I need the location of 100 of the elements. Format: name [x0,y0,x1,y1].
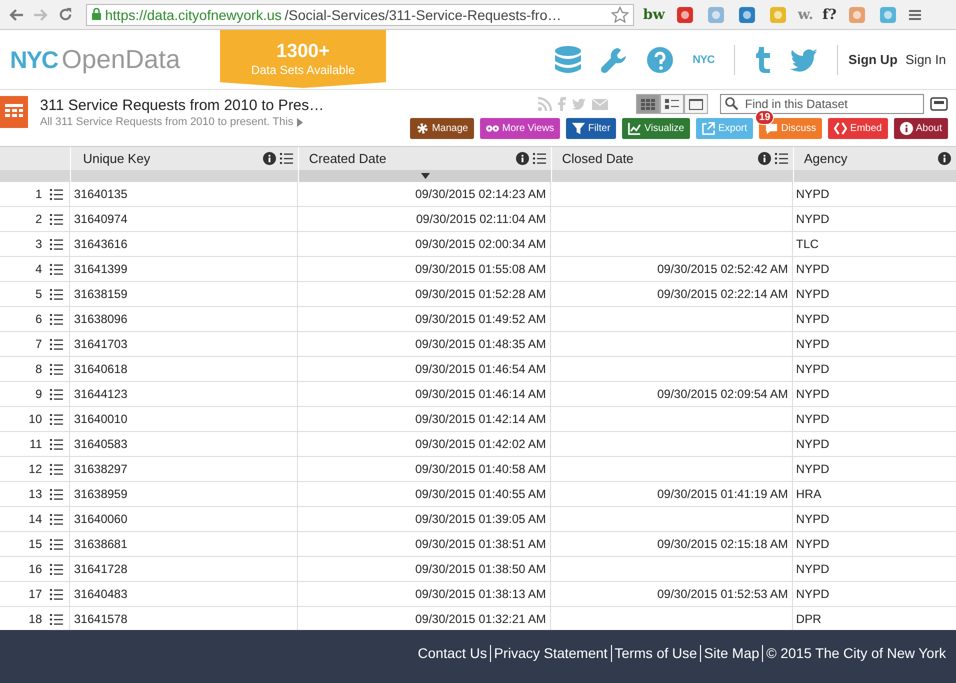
row-number: 9 [35,387,42,401]
table-row[interactable]: 13 31638959 09/30/2015 01:40:55 AM 09/30/2015 01:41:19 AM HRA [0,482,956,507]
table-cell: 09/30/2015 01:38:13 AM [415,587,546,601]
table-row[interactable]: 5 31638159 09/30/2015 01:52:28 AM 09/30/2015 02:22:14 AM NYPD [0,282,956,307]
view-toggle-button[interactable] [636,94,660,114]
address-bar[interactable]: https://data.cityofnewyork.us /Social-Services/311-Service-Requests-fro… [86,4,634,26]
row-number: 10 [28,412,42,426]
table-row[interactable]: 12 31638297 09/30/2015 01:40:58 AM NYPD [0,457,956,482]
expand-arrow-icon[interactable] [297,118,304,126]
table-cell: 09/30/2015 02:52:42 AM [657,262,788,276]
row-number: 17 [28,587,42,601]
row-number: 2 [35,212,42,226]
star-icon[interactable] [611,6,629,24]
speech-bubble-icon [765,122,778,135]
table-cell: 09/30/2015 01:40:55 AM [415,487,546,501]
table-row[interactable]: 1 31640135 09/30/2015 02:14:23 AM NYPD [0,182,956,207]
table-cell: 31640060 [74,512,128,526]
fullscreen-icon[interactable] [930,97,948,111]
row-menu-icon[interactable] [50,464,63,474]
list-view-icon [665,98,679,110]
row-menu-icon[interactable] [50,438,63,450]
table-cell: NYPD [796,312,830,326]
view-toggle-button[interactable] [660,94,684,114]
toolbar-button[interactable]: Manage [410,118,474,139]
column-title: Closed Date [562,151,634,166]
column-menu-icon[interactable] [775,153,788,164]
table-cell: NYPD [796,287,830,301]
row-number: 12 [28,462,42,476]
table-row[interactable]: 6 31638096 09/30/2015 01:49:52 AM NYPD [0,307,956,332]
toolbar-button[interactable]: Embed [828,118,888,139]
row-menu-icon[interactable] [50,564,63,574]
table-row[interactable]: 11 31640583 09/30/2015 01:42:02 AM NYPD [0,432,956,457]
table-cell: 31640135 [74,187,128,201]
table-cell: NYPD [796,387,830,401]
info-icon[interactable] [938,152,951,165]
row-menu-icon[interactable] [50,238,63,250]
row-menu-icon[interactable] [50,364,63,374]
footer-link[interactable]: Terms of Use [614,645,698,661]
table-cell: 31638159 [74,287,128,301]
table-row[interactable]: 10 31640010 09/30/2015 01:42:14 AM NYPD [0,407,956,432]
table-cell: 09/30/2015 01:39:05 AM [415,512,546,526]
database-icon[interactable] [554,44,582,74]
row-menu-icon[interactable] [50,338,63,350]
row-menu-icon[interactable] [50,214,63,224]
back-icon[interactable] [8,8,24,22]
table-cell: 31638959 [74,487,128,501]
dataset-description: All 311 Service Requests from 2010 to present. This [40,116,294,128]
wrench-icon[interactable] [600,46,628,74]
toolbar-button[interactable]: About [894,118,948,139]
table-row[interactable]: 7 31641703 09/30/2015 01:48:35 AM NYPD [0,332,956,357]
table-cell: 09/30/2015 01:42:02 AM [415,437,546,451]
row-menu-icon[interactable] [50,514,63,524]
toolbar-button[interactable]: Filter [566,118,616,139]
info-icon[interactable] [758,152,771,165]
account-link[interactable]: Sign In [906,52,946,67]
row-menu-icon[interactable] [50,288,63,300]
table-cell: 31638681 [74,537,128,551]
table-row[interactable]: 8 31640618 09/30/2015 01:46:54 AM NYPD [0,357,956,382]
banner-count: 1300+ [276,41,330,63]
row-menu-icon[interactable] [50,388,63,400]
extension-icon[interactable] [676,6,694,24]
extension-label[interactable]: f? [822,6,837,22]
table-row[interactable]: 9 31644123 09/30/2015 01:46:14 AM 09/30/2015 02:09:54 AM NYPD [0,382,956,407]
table-row[interactable]: 3 31643616 09/30/2015 02:00:34 AM TLC [0,232,956,257]
row-number: 5 [35,287,42,301]
row-menu-icon[interactable] [50,488,63,500]
table-row[interactable]: 14 31640060 09/30/2015 01:39:05 AM NYPD [0,507,956,532]
tumblr-icon[interactable] [754,46,772,74]
search-field[interactable]: Find in this Dataset [720,94,924,114]
table-row[interactable]: 16 31641728 09/30/2015 01:38:50 AM NYPD [0,557,956,582]
table-row[interactable]: 2 31640974 09/30/2015 02:11:04 AM NYPD [0,207,956,232]
row-menu-icon[interactable] [50,588,63,600]
toolbar-button[interactable]: Visualize [622,118,690,139]
count-badge: 19 [755,110,774,125]
info-icon[interactable] [516,152,529,165]
extension-label[interactable]: bw [643,6,665,22]
reload-icon[interactable] [58,7,73,22]
row-menu-icon[interactable] [50,414,63,424]
row-menu-icon[interactable] [50,264,63,274]
column-title: Created Date [309,151,386,166]
footer-link[interactable]: Privacy Statement [494,645,608,661]
table-row[interactable]: 4 31641399 09/30/2015 01:55:08 AM 09/30/2015 02:52:42 AM NYPD [0,257,956,282]
toolbar-button[interactable]: More Views [480,118,560,139]
column-menu-icon[interactable] [533,153,546,164]
help-icon[interactable] [646,46,674,74]
extension-icon[interactable] [738,6,756,24]
row-menu-icon[interactable] [50,314,63,324]
footer-link[interactable]: Site Map [704,645,760,661]
footer-link[interactable]: Contact Us [418,645,487,661]
bird-icon[interactable] [790,48,818,72]
row-menu-icon[interactable] [50,188,63,200]
menu-icon[interactable] [908,8,922,22]
column-menu-icon[interactable] [280,153,293,164]
table-row[interactable]: 17 31640483 09/30/2015 01:38:13 AM 09/30/2015 01:52:53 AM NYPD [0,582,956,607]
row-menu-icon[interactable] [50,538,63,550]
view-toggle-button[interactable] [684,94,708,114]
info-icon[interactable] [263,152,276,165]
account-link[interactable]: Sign Up [848,52,898,67]
table-row[interactable]: 15 31638681 09/30/2015 01:38:51 AM 09/30/2015 02:15:18 AM NYPD [0,532,956,557]
row-menu-icon[interactable] [50,614,63,624]
